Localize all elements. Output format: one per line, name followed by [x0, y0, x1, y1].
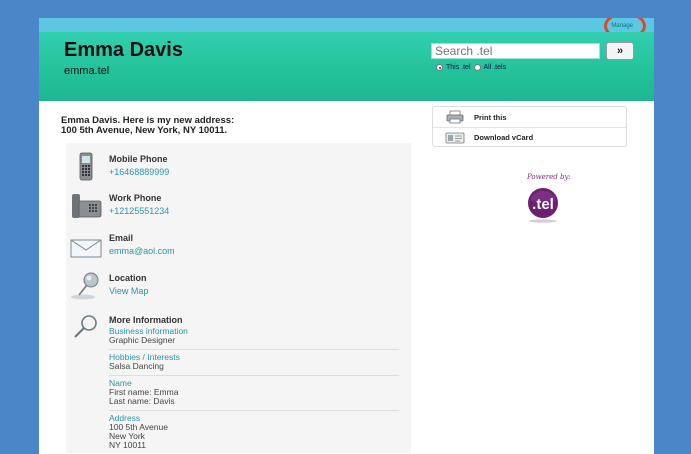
actions-box: Print this Download vCard	[432, 106, 627, 147]
info-group-business: Business information Graphic Designer	[109, 324, 399, 350]
contact-title: Location	[109, 273, 147, 283]
print-label: Print this	[474, 112, 507, 122]
radio-all-tels[interactable]	[473, 64, 481, 71]
printer-icon	[446, 110, 464, 124]
radio-this-tel[interactable]	[436, 64, 443, 71]
contact-title: Work Phone	[109, 193, 162, 203]
radio-all-tels-label: All .tels	[483, 64, 507, 71]
info-group-line: New York	[109, 431, 145, 441]
contact-title: Email	[109, 233, 134, 243]
tel-logo[interactable]: .tel	[525, 187, 561, 223]
radio-this-tel-label: This .tel	[446, 64, 471, 71]
more-info-groups: Business information Graphic Designer Ho…	[66, 324, 411, 454]
intro-message: Emma Davis. Here is my new address: 100 …	[61, 116, 411, 136]
map-pin-icon	[71, 272, 99, 300]
top-bar: Manage	[39, 18, 654, 40]
search-input[interactable]	[431, 43, 600, 59]
work-phone-link[interactable]: +12125551234	[109, 206, 169, 216]
contact-list: Mobile Phone +16468889999 Work Phone +12…	[66, 143, 411, 453]
info-group-line: Graphic Designer	[109, 335, 176, 345]
download-vcard-button[interactable]: Download vCard	[433, 127, 626, 147]
powered-by-label: Powered by:	[527, 173, 571, 181]
info-group-line: 100 5th Avenue	[109, 422, 168, 432]
info-group-line: NY 10011	[109, 440, 147, 450]
envelope-icon	[70, 239, 102, 258]
desk-phone-icon	[72, 194, 102, 218]
profile-name: Emma Davis	[64, 39, 183, 61]
info-group-address: Address 100 5th Avenue New York NY 10011	[109, 411, 399, 454]
mobile-phone-link[interactable]: +16468889999	[109, 167, 169, 177]
info-group-name: Name First name: Emma Last name: Davis	[109, 376, 399, 411]
page: Manage Emma Davis emma.tel » This .tel A…	[39, 18, 654, 454]
view-map-link[interactable]: View Map	[109, 286, 148, 296]
email-link[interactable]: emma@aol.com	[109, 246, 175, 256]
intro-line-2: 100 5th Avenue, New York, NY 10011.	[61, 125, 228, 136]
mobile-phone-icon	[79, 152, 93, 181]
profile-domain: emma.tel	[64, 65, 110, 77]
main-content: Emma Davis. Here is my new address: 100 …	[61, 116, 411, 453]
info-group-line: Last name: Davis	[109, 396, 175, 406]
info-group-hobbies: Hobbies / Interests Salsa Dancing	[109, 350, 399, 376]
tel-logo-text: .tel	[532, 196, 554, 213]
contact-title: Mobile Phone	[109, 154, 168, 164]
print-button[interactable]: Print this	[433, 107, 626, 127]
search-button[interactable]: »	[606, 42, 634, 60]
info-group-line: Salsa Dancing	[109, 361, 164, 371]
search-scope: This .tel All .tels	[436, 64, 509, 71]
download-vcard-label: Download vCard	[474, 133, 534, 142]
vcard-icon	[445, 132, 465, 143]
profile-header: Emma Davis emma.tel » This .tel All .tel…	[39, 32, 654, 101]
